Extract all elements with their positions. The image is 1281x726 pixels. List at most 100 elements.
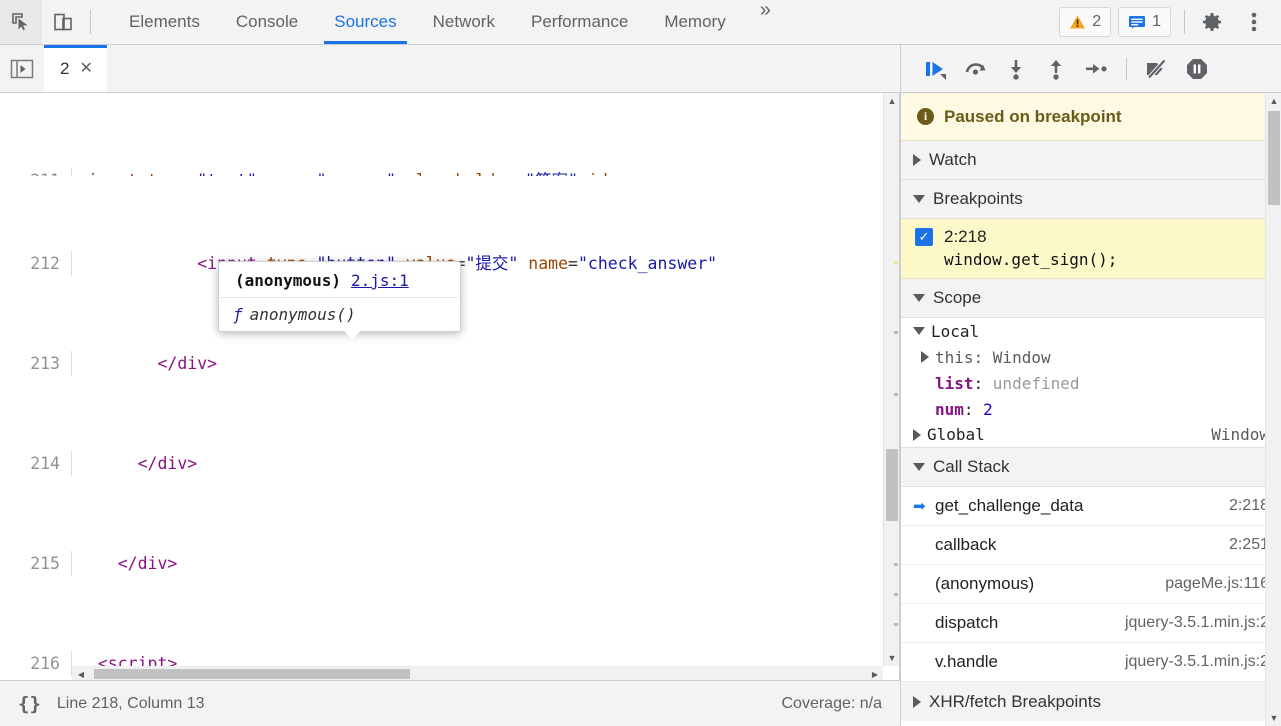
debugger-pane-scrollbar[interactable]: ▲ ▼ (1265, 93, 1281, 726)
more-tabs-chevron-icon[interactable]: » (744, 0, 787, 44)
object-value-popover[interactable]: (anonymous) 2.js:1 ƒ anonymous() (218, 261, 461, 340)
scroll-marker (894, 563, 898, 566)
code-line[interactable]: 213 </div> (0, 351, 899, 376)
scroll-left-arrow-icon[interactable]: ◀ (75, 668, 87, 680)
toolbar-divider (90, 10, 91, 34)
popover-signature-row: ƒ anonymous() (219, 298, 460, 325)
tab-elements-label: Elements (129, 12, 200, 31)
line-number: 213 (0, 351, 72, 376)
call-stack-frame-location: 2:218 (1228, 497, 1269, 514)
code-line[interactable]: 214 </div> (0, 451, 899, 476)
scope-var-num[interactable]: num: 2 (901, 396, 1281, 422)
tab-elements[interactable]: Elements (111, 0, 218, 44)
code-line[interactable]: 211 <input type="text" name="answer" pla… (0, 168, 899, 176)
line-number: 211 (0, 168, 72, 176)
editor-horizontal-scrollbar[interactable]: ◀ ▶ (72, 666, 883, 680)
line-content: <input type="text" name="answer" placeho… (72, 168, 899, 176)
scroll-right-arrow-icon[interactable]: ▶ (869, 668, 881, 680)
toolbar-right-group: 2 1 (1059, 0, 1281, 44)
message-count-label: 1 (1152, 13, 1161, 30)
info-icon: i (917, 108, 934, 125)
call-stack-frame[interactable]: (anonymous) pageMe.js:116 (901, 565, 1281, 604)
breakpoint-code-snippet: window.get_sign(); (944, 250, 1118, 269)
tab-network[interactable]: Network (415, 0, 513, 44)
close-icon[interactable]: ✕ (79, 60, 92, 77)
editor-vertical-scrollbar[interactable]: ▲ ▼ (883, 93, 899, 666)
tab-console[interactable]: Console (218, 0, 316, 44)
pane-scroll-up-arrow-icon[interactable]: ▲ (1266, 93, 1281, 109)
tab-sources[interactable]: Sources (316, 0, 414, 44)
scope-group-label: Local (931, 321, 980, 341)
scroll-marker (894, 331, 898, 334)
toolbar-divider-2 (1184, 10, 1185, 34)
tab-memory-label: Memory (664, 12, 726, 31)
step-over-icon[interactable] (957, 50, 995, 88)
call-stack-frame[interactable]: callback 2:251 (901, 526, 1281, 565)
deactivate-breakpoints-icon[interactable] (1138, 50, 1176, 88)
call-stack-frame[interactable]: v.handle jquery-3.5.1.min.js:2 (901, 643, 1281, 682)
section-xhr-breakpoints-label: XHR/fetch Breakpoints (929, 691, 1101, 711)
debugger-sidebar: i Paused on breakpoint Watch Breakpoints… (900, 93, 1281, 726)
scope-var-name: this (935, 347, 974, 367)
message-count-button[interactable]: 1 (1118, 7, 1171, 37)
pane-scroll-thumb[interactable] (1268, 111, 1280, 205)
section-watch[interactable]: Watch (901, 141, 1281, 180)
call-stack-frame-name: dispatch (935, 613, 999, 632)
kebab-menu-icon[interactable] (1233, 0, 1275, 44)
line-content: </div> (137, 454, 198, 473)
coverage-label: Coverage: n/a (781, 694, 882, 712)
call-stack-frame-name: callback (935, 535, 997, 554)
popover-signature: anonymous() (249, 305, 356, 324)
paused-banner-label: Paused on breakpoint (944, 106, 1122, 126)
tab-sources-label: Sources (334, 12, 397, 31)
pretty-print-icon[interactable]: {} (18, 693, 41, 715)
tab-performance[interactable]: Performance (513, 0, 646, 44)
scope-var-this[interactable]: this: Window (901, 344, 1281, 370)
line-content: </div> (117, 554, 178, 573)
code-line[interactable]: 215 </div> (0, 551, 899, 576)
chevron-down-icon (913, 327, 925, 335)
call-stack-frame-name: (anonymous) (935, 574, 1035, 593)
inspect-cursor-icon[interactable] (0, 0, 42, 44)
section-call-stack[interactable]: Call Stack (901, 448, 1281, 487)
breakpoint-checkbox[interactable]: ✓ (915, 228, 933, 246)
resume-icon[interactable] (917, 50, 955, 88)
scope-var-list[interactable]: list: undefined (901, 370, 1281, 396)
scope-var-name: num (935, 399, 964, 419)
device-toolbar-icon[interactable] (42, 0, 84, 44)
step-into-icon[interactable] (997, 50, 1035, 88)
popover-source-link[interactable]: 2.js:1 (351, 271, 409, 290)
editor-status-bar: {} Line 218, Column 13 Coverage: n/a (0, 680, 900, 726)
pane-scroll-down-arrow-icon[interactable]: ▼ (1266, 710, 1281, 726)
call-stack-frame-location: jquery-3.5.1.min.js:2 (1124, 653, 1269, 670)
file-tab-2[interactable]: 2 ✕ (44, 45, 107, 92)
warning-count-button[interactable]: 2 (1059, 7, 1112, 37)
gear-icon[interactable] (1191, 0, 1233, 44)
tab-memory[interactable]: Memory (646, 0, 743, 44)
chevron-down-icon (913, 294, 925, 302)
editor-hscroll-thumb[interactable] (94, 669, 410, 679)
step-out-icon[interactable] (1037, 50, 1075, 88)
devtools-window: Elements Console Sources Network Perform… (0, 0, 1281, 726)
code-editor[interactable]: 211 <input type="text" name="answer" pla… (0, 93, 900, 680)
breakpoint-item[interactable]: ✓ 2:218 window.get_sign(); (901, 219, 1281, 279)
section-xhr-breakpoints[interactable]: XHR/fetch Breakpoints (901, 682, 1281, 721)
scroll-down-arrow-icon[interactable]: ▼ (884, 650, 899, 666)
scope-var-value: 2 (983, 399, 993, 419)
scope-group-global[interactable]: Global Window (901, 422, 1281, 448)
call-stack-frame-name: get_challenge_data (935, 496, 1084, 515)
section-scope[interactable]: Scope (901, 279, 1281, 318)
scope-variable-list: Local this: Window list: undefined num: … (901, 318, 1281, 448)
pause-on-exceptions-icon[interactable] (1178, 50, 1216, 88)
cursor-position-label: Line 218, Column 13 (56, 694, 205, 712)
call-stack-frame[interactable]: ➡ get_challenge_data 2:218 (901, 487, 1281, 526)
current-frame-arrow-icon: ➡ (913, 498, 926, 515)
editor-vscroll-thumb[interactable] (886, 449, 898, 521)
section-breakpoints[interactable]: Breakpoints (901, 180, 1281, 219)
scope-group-local[interactable]: Local (901, 318, 1281, 344)
tab-performance-label: Performance (530, 12, 629, 31)
scroll-up-arrow-icon[interactable]: ▲ (884, 93, 899, 109)
call-stack-frame[interactable]: dispatch jquery-3.5.1.min.js:2 (901, 604, 1281, 643)
show-navigator-icon[interactable] (0, 46, 44, 92)
step-icon[interactable] (1077, 50, 1115, 88)
